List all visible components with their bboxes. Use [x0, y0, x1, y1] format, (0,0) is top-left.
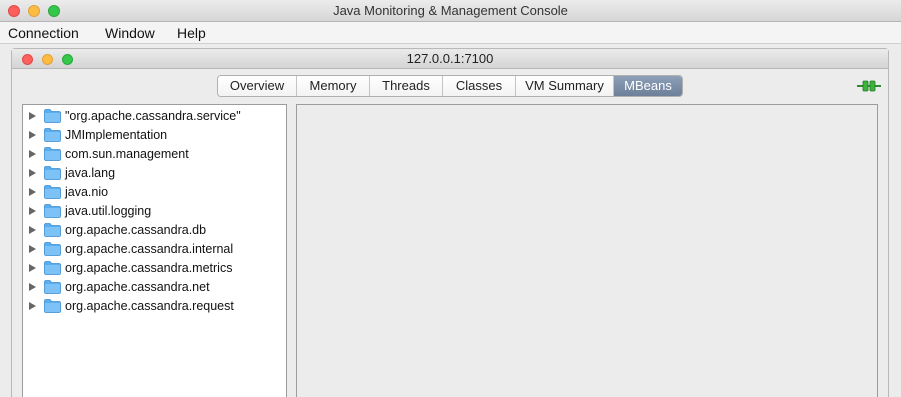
triangle-right-icon[interactable] — [29, 131, 36, 139]
folder-icon — [44, 185, 61, 199]
connection-frame-titlebar: 127.0.0.1:7100 — [12, 49, 888, 69]
tab-memory[interactable]: Memory — [297, 76, 370, 96]
connection-plug-icon[interactable] — [857, 80, 881, 92]
tree-node-label: org.apache.cassandra.db — [65, 223, 207, 237]
tree-node[interactable]: "org.apache.cassandra.service" — [23, 107, 286, 126]
frame-minimize-button[interactable] — [42, 54, 53, 65]
tab-bar: Overview Memory Threads Classes VM Summa… — [217, 75, 683, 97]
menubar: Connection Window Help — [0, 22, 901, 44]
triangle-right-icon[interactable] — [29, 207, 36, 215]
triangle-right-icon[interactable] — [29, 150, 36, 158]
tree-node-label: java.nio — [65, 185, 109, 199]
tab-mbeans[interactable]: MBeans — [614, 76, 682, 96]
tree-node-label: org.apache.cassandra.internal — [65, 242, 234, 256]
window-minimize-button[interactable] — [28, 5, 40, 17]
frame-close-button[interactable] — [22, 54, 33, 65]
tree-node-label: JMImplementation — [65, 128, 168, 142]
window-title: Java Monitoring & Management Console — [333, 3, 568, 18]
tree-node[interactable]: org.apache.cassandra.request — [23, 297, 286, 316]
tree-node[interactable]: org.apache.cassandra.net — [23, 278, 286, 297]
triangle-right-icon[interactable] — [29, 188, 36, 196]
tab-threads[interactable]: Threads — [370, 76, 443, 96]
folder-icon — [44, 147, 61, 161]
triangle-right-icon[interactable] — [29, 264, 36, 272]
menu-help[interactable]: Help — [177, 24, 206, 42]
folder-icon — [44, 128, 61, 142]
mbean-tree[interactable]: "org.apache.cassandra.service" JMImplemen… — [22, 104, 287, 397]
window-close-button[interactable] — [8, 5, 20, 17]
frame-maximize-button[interactable] — [62, 54, 73, 65]
tree-node-label: org.apache.cassandra.net — [65, 280, 210, 294]
triangle-right-icon[interactable] — [29, 245, 36, 253]
tree-node[interactable]: JMImplementation — [23, 126, 286, 145]
folder-icon — [44, 109, 61, 123]
window-zoom-button[interactable] — [48, 5, 60, 17]
tree-node[interactable]: java.lang — [23, 164, 286, 183]
mbean-detail-panel — [296, 104, 878, 397]
folder-icon — [44, 242, 61, 256]
tree-node[interactable]: java.nio — [23, 183, 286, 202]
triangle-right-icon[interactable] — [29, 226, 36, 234]
connection-frame: 127.0.0.1:7100 Overview Memory Threads C… — [11, 48, 889, 397]
connection-frame-title: 127.0.0.1:7100 — [406, 51, 494, 66]
tree-node-label: java.util.logging — [65, 204, 152, 218]
tree-node-label: java.lang — [65, 166, 116, 180]
tree-node[interactable]: org.apache.cassandra.metrics — [23, 259, 286, 278]
tree-node-label: org.apache.cassandra.request — [65, 299, 234, 313]
window-titlebar: Java Monitoring & Management Console — [0, 0, 901, 22]
folder-icon — [44, 299, 61, 313]
tab-classes[interactable]: Classes — [443, 76, 516, 96]
tree-node[interactable]: com.sun.management — [23, 145, 286, 164]
tree-node[interactable]: org.apache.cassandra.db — [23, 221, 286, 240]
menu-connection[interactable]: Connection — [8, 24, 79, 42]
tree-node-label: org.apache.cassandra.metrics — [65, 261, 233, 275]
triangle-right-icon[interactable] — [29, 302, 36, 310]
menu-window[interactable]: Window — [105, 24, 155, 42]
folder-icon — [44, 280, 61, 294]
tree-node-label: "org.apache.cassandra.service" — [65, 109, 241, 123]
tree-node-label: com.sun.management — [65, 147, 189, 161]
tree-node[interactable]: org.apache.cassandra.internal — [23, 240, 286, 259]
tab-overview[interactable]: Overview — [218, 76, 297, 96]
folder-icon — [44, 223, 61, 237]
folder-icon — [44, 204, 61, 218]
folder-icon — [44, 166, 61, 180]
triangle-right-icon[interactable] — [29, 169, 36, 177]
triangle-right-icon[interactable] — [29, 112, 36, 120]
folder-icon — [44, 261, 61, 275]
triangle-right-icon[interactable] — [29, 283, 36, 291]
tree-node[interactable]: java.util.logging — [23, 202, 286, 221]
tab-vm-summary[interactable]: VM Summary — [516, 76, 614, 96]
